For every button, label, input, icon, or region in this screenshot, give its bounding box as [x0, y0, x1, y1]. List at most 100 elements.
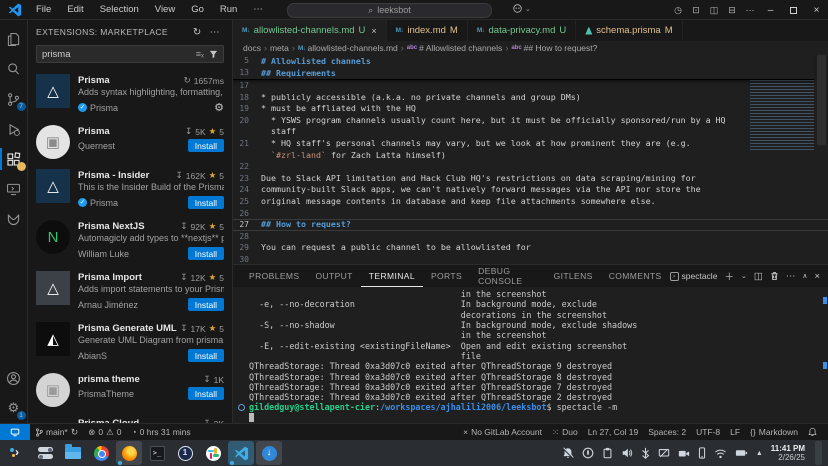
gitlens-icon[interactable] — [0, 204, 28, 234]
timer-icon[interactable]: ◷ — [669, 0, 687, 20]
breadcrumb-item[interactable]: M↓allowlisted-channels.md — [298, 43, 398, 53]
eol-status[interactable]: LF — [725, 427, 745, 437]
install-button[interactable]: Install — [188, 349, 224, 362]
extension-row[interactable]: △Prisma↻1657msAdds syntax highlighting, … — [28, 69, 232, 120]
editor-line[interactable]: 27## How to request? — [233, 219, 828, 231]
extension-row[interactable]: ◭Prisma Generate UML↧17K★5Generate UML D… — [28, 317, 232, 368]
editor-line[interactable]: 17 — [233, 80, 828, 92]
wifi-icon[interactable] — [714, 448, 727, 459]
sticky-line[interactable]: 5# Allowlisted channels — [233, 55, 814, 67]
panel-tab-comments[interactable]: COMMENTS — [601, 265, 670, 287]
panel-edge-widget[interactable] — [815, 441, 822, 465]
editor-line[interactable]: 24community-built Slack apps, we can't n… — [233, 184, 828, 196]
close-tab-icon[interactable]: × — [371, 26, 376, 36]
time-tracker-status[interactable]: ◔0 hrs 31 mins — [127, 427, 196, 437]
breadcrumb-item[interactable]: docs — [243, 43, 261, 53]
editor-line[interactable]: `#zrl-land` for Zach Latta himself) — [233, 150, 828, 162]
menu-go[interactable]: Go — [184, 2, 211, 17]
remote-explorer-icon[interactable] — [0, 174, 28, 204]
extensions-search-input[interactable] — [42, 49, 182, 60]
firefox-button[interactable] — [116, 441, 142, 465]
menu-view[interactable]: View — [148, 2, 182, 17]
extension-gear-icon[interactable]: ⚙ — [214, 101, 224, 114]
vscode-button[interactable] — [228, 441, 254, 465]
clock-widget[interactable]: 11:41 PM 2/26/25 — [771, 444, 805, 462]
extensions-search-box[interactable]: ≡ₓ — [36, 45, 224, 63]
panel-more-icon[interactable]: ⋯ — [786, 271, 796, 282]
notifications-muted-icon[interactable] — [562, 447, 574, 459]
split-terminal-icon[interactable]: ◫ — [754, 271, 763, 282]
editor[interactable]: 5# Allowlisted channels13## Requirements… — [233, 55, 828, 264]
display-muted-icon[interactable] — [658, 447, 670, 459]
remote-indicator[interactable] — [0, 424, 30, 440]
downloads-app-button[interactable]: ↓ — [256, 441, 282, 465]
accounts-icon[interactable] — [0, 363, 28, 393]
editor-scrollbar[interactable] — [814, 55, 828, 264]
filter-icon[interactable] — [209, 50, 218, 59]
extensions-icon[interactable] — [0, 144, 28, 174]
encoding-status[interactable]: UTF-8 — [691, 427, 725, 437]
editor-line[interactable]: 25original message contents in database … — [233, 196, 828, 208]
menu-more[interactable]: ⋯ — [246, 2, 270, 17]
copilot-menu[interactable]: ⌄ — [512, 3, 531, 14]
more-actions-icon[interactable]: ⋯ — [206, 27, 224, 38]
slack-button[interactable] — [200, 441, 226, 465]
maximize-panel-icon[interactable]: ∧ — [802, 272, 807, 280]
screencast-icon[interactable]: ⊡ — [687, 0, 705, 20]
restore-button[interactable] — [782, 0, 805, 20]
sticky-scroll[interactable]: 5# Allowlisted channels13## Requirements — [233, 55, 814, 80]
editor-line[interactable]: 20 * YSWS program channels usually count… — [233, 115, 828, 127]
terminal-profile[interactable]: > spectacle — [670, 271, 718, 281]
editor-line[interactable]: 18* publicly accessible (a.k.a. no priva… — [233, 92, 828, 104]
panel-tab-ports[interactable]: PORTS — [423, 265, 470, 287]
panel-tab-debug-console[interactable]: DEBUG CONSOLE — [470, 265, 545, 287]
editor-line[interactable]: 29You can request a public channel to be… — [233, 242, 828, 254]
clipboard-icon[interactable] — [602, 447, 613, 459]
camera-icon[interactable] — [678, 448, 690, 459]
source-control-icon[interactable]: 7 — [0, 84, 28, 114]
clear-search-icon[interactable]: ≡ₓ — [196, 49, 204, 59]
onepassword-tray-icon[interactable] — [582, 447, 594, 459]
indentation-status[interactable]: Spaces: 2 — [643, 427, 691, 437]
konsole-button[interactable]: >_ — [144, 441, 170, 465]
sticky-line[interactable]: 13## Requirements — [233, 67, 814, 79]
phone-icon[interactable] — [698, 447, 706, 459]
tab-index.md[interactable]: M↓index.mdM — [387, 20, 468, 41]
menu-file[interactable]: File — [29, 2, 58, 17]
cursor-position-status[interactable]: Ln 27, Col 19 — [583, 427, 644, 437]
editor-line[interactable]: 28 — [233, 231, 828, 243]
tab-data-privacy.md[interactable]: M↓data-privacy.mdU — [468, 20, 576, 41]
breadcrumb-item[interactable]: abc## How to request? — [511, 43, 597, 53]
tab-schema.prisma[interactable]: schema.prismaM — [576, 20, 682, 41]
editor-line[interactable]: 19* must be affliated with the HQ — [233, 103, 828, 115]
split-editor-icon[interactable]: ◫ — [705, 0, 723, 20]
search-view-icon[interactable] — [0, 54, 28, 84]
panel-tab-terminal[interactable]: TERMINAL — [361, 265, 423, 287]
onepassword-button[interactable]: 1 — [172, 441, 198, 465]
install-button[interactable]: Install — [188, 247, 224, 260]
install-button[interactable]: Install — [188, 196, 224, 209]
system-settings-button[interactable] — [32, 441, 58, 465]
menu-run[interactable]: Run — [213, 2, 244, 17]
file-manager-button[interactable] — [60, 441, 86, 465]
problems-status[interactable]: ⊗0⚠0 — [83, 427, 126, 438]
install-button[interactable]: Install — [188, 387, 224, 400]
layout-icon[interactable]: ⊟ — [723, 0, 741, 20]
chrome-button[interactable] — [88, 441, 114, 465]
menu-selection[interactable]: Selection — [93, 2, 146, 17]
extension-row[interactable]: ◆Prisma Cloud↧3Ka static code analysis t… — [28, 412, 232, 423]
editor-line[interactable]: 30 — [233, 254, 828, 264]
editor-line[interactable]: 22 — [233, 161, 828, 173]
language-status[interactable]: {}Markdown — [745, 427, 803, 437]
bluetooth-icon[interactable] — [641, 447, 650, 459]
command-center-search[interactable]: ⌕ leeksbot — [287, 3, 492, 18]
extension-row[interactable]: △Prisma Import↧12K★5Adds import statemen… — [28, 266, 232, 317]
breadcrumb-item[interactable]: abc# Allowlisted channels — [407, 43, 503, 53]
explorer-icon[interactable] — [0, 24, 28, 54]
kill-terminal-icon[interactable] — [770, 271, 779, 281]
gitlab-duo-status[interactable]: ⁙Duo — [547, 427, 583, 438]
branch-status[interactable]: main*↻ — [30, 427, 83, 438]
extension-row[interactable]: △Prisma - Insider↧162K★5This is the Insi… — [28, 164, 232, 215]
menu-edit[interactable]: Edit — [60, 2, 90, 17]
panel-tab-problems[interactable]: PROBLEMS — [241, 265, 307, 287]
